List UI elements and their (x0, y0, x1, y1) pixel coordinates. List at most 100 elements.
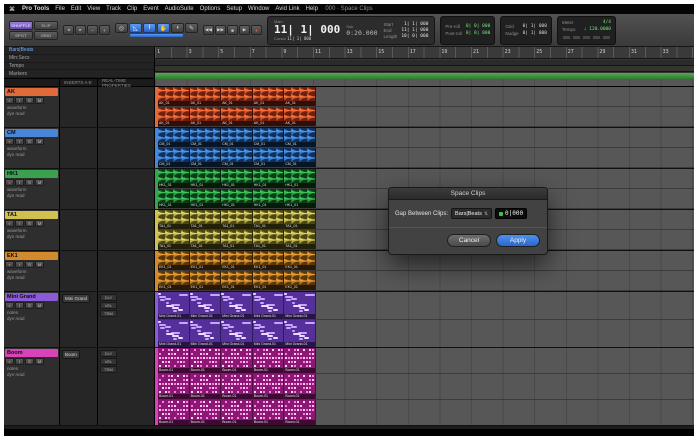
clip[interactable]: Boom-01 (284, 348, 316, 373)
clip[interactable]: CM_01 (190, 148, 222, 167)
clip[interactable]: HK1_01 (190, 189, 222, 208)
cancel-button[interactable]: Cancel (447, 234, 491, 247)
mode-spot[interactable]: SPOT (9, 31, 33, 40)
clip[interactable]: Boom-01 (158, 374, 190, 399)
track-playlist[interactable]: AK_01AK_01AK_01AK_01AK_01AK_01AK_01AK_01… (155, 87, 694, 127)
clip[interactable]: CM_01 (158, 148, 190, 167)
clip[interactable]: AK_01 (284, 87, 316, 106)
clip[interactable]: Boom-01 (253, 348, 285, 373)
clip[interactable]: TA1_01 (221, 210, 253, 229)
clip[interactable]: AK_01 (190, 87, 222, 106)
ruler-name-min-secs[interactable]: Min:Secs (4, 55, 154, 63)
automation-mode-selector[interactable]: dyn read (4, 152, 59, 158)
clip[interactable]: Mini Grand-01 (253, 292, 285, 319)
solo-button[interactable]: S (25, 261, 34, 268)
rtp-vel[interactable]: VEL (100, 358, 117, 365)
input-monitor-button[interactable]: I (15, 179, 24, 186)
clip[interactable]: EK1_01 (284, 251, 316, 270)
zoom-out-icon[interactable]: − (87, 25, 98, 35)
selection-end[interactable]: End11| 1| 000 (384, 28, 429, 33)
automation-mode-selector[interactable]: dyn read (4, 372, 59, 378)
solo-button[interactable]: S (25, 220, 34, 227)
clip[interactable]: HK1_01 (158, 169, 190, 188)
trim-tool[interactable]: ◺ (129, 23, 142, 33)
automation-mode-selector[interactable]: dyn read (4, 234, 59, 240)
track-name[interactable]: Mini Grand (5, 293, 58, 301)
clip[interactable]: AK_01 (253, 87, 285, 106)
clip[interactable]: HK1_01 (190, 169, 222, 188)
clip[interactable]: Mini Grand-01 (253, 320, 285, 347)
automation-mode-selector[interactable]: dyn read (4, 275, 59, 281)
record-enable-button[interactable]: ● (5, 261, 14, 268)
clip[interactable]: Boom-01 (221, 400, 253, 425)
clip[interactable]: Mini Grand-01 (221, 320, 253, 347)
value-meter[interactable]: Meter4/4 (562, 20, 611, 25)
input-monitor-button[interactable]: I (15, 302, 24, 309)
solo-button[interactable]: S (25, 302, 34, 309)
rtp-trm[interactable]: TRM (100, 310, 117, 317)
clip[interactable]: Mini Grand-01 (221, 292, 253, 319)
track-name[interactable]: HK1 (5, 170, 58, 178)
value-grid[interactable]: Grid0| 1| 000 (505, 24, 547, 29)
midi-control-button[interactable] (592, 35, 601, 40)
grabber-tool[interactable]: ✋ (157, 23, 170, 33)
rtp-trm[interactable]: TRM (100, 366, 117, 373)
track-playlist[interactable]: Mini Grand-01Mini Grand-01Mini Grand-01M… (155, 292, 694, 347)
track-name[interactable]: AK (5, 88, 58, 96)
record-enable-button[interactable]: ● (5, 220, 14, 227)
markers-ruler[interactable] (155, 73, 694, 79)
clip[interactable]: Mini Grand-01 (284, 292, 316, 319)
rtp-dly[interactable]: DLY (100, 350, 117, 357)
clip[interactable]: HK1_01 (158, 189, 190, 208)
clip[interactable]: TA1_01 (158, 230, 190, 249)
timeline-ruler[interactable]: 13579111315171921232527293133 (155, 47, 694, 78)
mute-button[interactable]: M (35, 302, 44, 309)
ruler-name-tempo[interactable]: Tempo (4, 63, 154, 71)
solo-button[interactable]: S (25, 97, 34, 104)
clip[interactable]: EK1_01 (253, 271, 285, 290)
menu-clip[interactable]: Clip (124, 6, 140, 12)
zoom-in-icon[interactable]: + (99, 25, 110, 35)
clip[interactable]: HK1_01 (221, 169, 253, 188)
clip[interactable]: TA1_01 (284, 210, 316, 229)
automation-mode-selector[interactable]: dyn read (4, 316, 59, 322)
clip[interactable]: Mini Grand-01 (190, 292, 222, 319)
scrubber-tool[interactable]: ◖ (171, 23, 184, 33)
track-name[interactable]: Boom (5, 349, 58, 357)
menu-setup[interactable]: Setup (223, 6, 245, 12)
record-enable-button[interactable]: ● (5, 138, 14, 145)
clip[interactable]: Boom-01 (190, 400, 222, 425)
record-enable-button[interactable]: ● (5, 97, 14, 104)
clip[interactable]: AK_01 (221, 107, 253, 126)
menu-audiosuite[interactable]: AudioSuite (162, 6, 197, 12)
record-enable-button[interactable]: ● (5, 179, 14, 186)
fast-forward-button[interactable]: ▶▶ (215, 25, 226, 35)
track-playlist[interactable]: CM_01CM_01CM_01CM_01CM_01CM_01CM_01CM_01… (155, 128, 694, 168)
clip[interactable]: Boom-01 (284, 374, 316, 399)
clip[interactable]: AK_01 (158, 107, 190, 126)
clip[interactable]: EK1_01 (190, 271, 222, 290)
clip[interactable]: AK_01 (158, 87, 190, 106)
ruler-name-bars-beats[interactable]: Bars|Beats (4, 47, 154, 55)
clip[interactable]: Mini Grand-01 (190, 320, 222, 347)
clip[interactable]: Boom-01 (158, 348, 190, 373)
menu-track[interactable]: Track (103, 6, 124, 12)
mute-button[interactable]: M (35, 97, 44, 104)
roll-post-roll[interactable]: Post-roll0| 0| 000 (445, 31, 490, 36)
zoom-out-horizontal-icon[interactable]: ◂ (63, 25, 74, 35)
clip[interactable]: TA1_01 (158, 210, 190, 229)
mode-slip[interactable]: SLIP (34, 21, 58, 30)
clip[interactable]: Boom-01 (158, 400, 190, 425)
pencil-tool[interactable]: ✎ (185, 23, 198, 33)
menu-help[interactable]: Help (303, 6, 321, 12)
menu-file[interactable]: File (52, 6, 68, 12)
input-monitor-button[interactable]: I (15, 97, 24, 104)
clip[interactable]: AK_01 (284, 107, 316, 126)
clip[interactable]: CM_01 (221, 128, 253, 147)
solo-button[interactable]: S (25, 358, 34, 365)
clip[interactable]: Mini Grand-01 (158, 320, 190, 347)
automation-mode-selector[interactable]: dyn read (4, 193, 59, 199)
clip[interactable]: EK1_01 (158, 271, 190, 290)
selector-tool[interactable]: I (143, 23, 156, 33)
clip[interactable]: TA1_01 (190, 210, 222, 229)
